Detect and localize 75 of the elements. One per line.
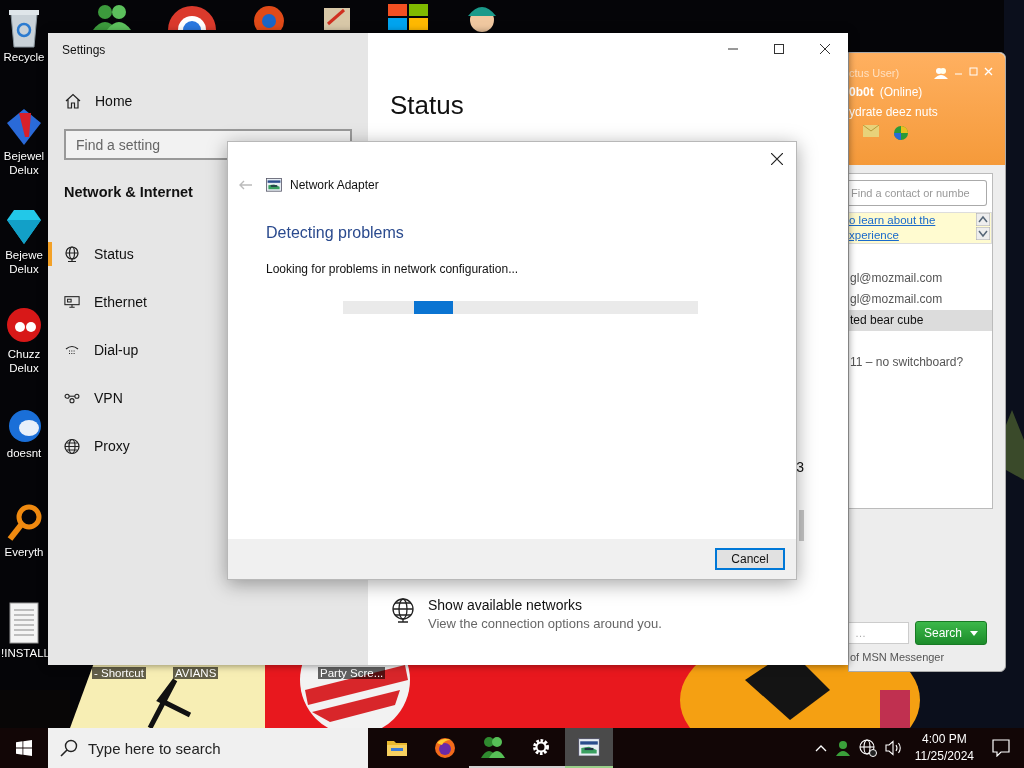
dialog-title: Network Adapter (290, 178, 379, 192)
status-text: ctus User) (849, 67, 900, 79)
icon-label[interactable]: Bejewe Delux (1, 248, 47, 276)
status-text: 3 (796, 459, 804, 475)
home-icon[interactable] (65, 93, 81, 109)
caret-icon[interactable] (970, 630, 979, 636)
fuzzball-icon (5, 305, 43, 345)
scrollbar-thumb[interactable] (799, 510, 804, 541)
nav-item[interactable]: Dial-up (94, 342, 139, 358)
network-adapter-icon (578, 737, 600, 757)
ball-icon[interactable] (893, 125, 909, 141)
speaker-icon[interactable] (884, 740, 903, 756)
people-icon (481, 736, 505, 758)
caret-up-icon[interactable] (814, 744, 827, 752)
icon-label[interactable]: AVIANS (173, 667, 219, 679)
dialog-heading: Detecting problems (266, 224, 405, 242)
contact-item[interactable]: ted bear cube (849, 310, 992, 331)
maximize-icon[interactable] (774, 44, 784, 54)
nav-item[interactable]: Proxy (94, 438, 130, 454)
nav-item[interactable]: VPN (94, 390, 123, 406)
network-icon[interactable] (390, 597, 416, 623)
phone-icon (64, 344, 80, 356)
vpn-icon (64, 392, 80, 404)
cancel-button[interactable]: Cancel (715, 548, 785, 570)
network-adapter-icon (266, 178, 282, 192)
footer-text: of MSN Messenger (849, 651, 946, 665)
globe-icon (64, 437, 80, 455)
home-link[interactable]: Home (95, 93, 133, 109)
monitor-icon (64, 295, 80, 309)
learn-more-link[interactable]: o learn about the (849, 213, 976, 228)
contact-item[interactable]: 11 – no switchboard? (849, 352, 992, 373)
web-search-field[interactable]: … (849, 622, 909, 644)
contact-item[interactable]: gl@mozmail.com (849, 289, 992, 310)
icon-label[interactable]: Bejewel Delux (1, 149, 47, 177)
learn-more-link[interactable]: xperience (849, 228, 976, 243)
network-icon[interactable] (858, 739, 877, 757)
clock-time[interactable]: 4:00 PM (922, 731, 967, 748)
taskbar-app[interactable] (565, 728, 613, 768)
option-title[interactable]: Show available networks (428, 597, 662, 613)
nav-item[interactable]: Status (94, 246, 134, 262)
globe-icon (64, 246, 80, 262)
start-icon[interactable] (16, 740, 32, 756)
window-title: Settings (61, 42, 107, 59)
section-heading: Network & Internet (64, 184, 193, 200)
icon-label[interactable]: Party Scre... (318, 667, 386, 679)
browser-icon (434, 737, 456, 759)
taskbar-search-field[interactable]: Type here to search (48, 728, 368, 768)
icon-label[interactable]: - Shortcut (92, 667, 146, 679)
page-heading: Status (390, 90, 464, 121)
close-icon[interactable] (820, 44, 830, 54)
recycle-bin-icon (6, 8, 42, 48)
option-description: View the connection options around you. (428, 616, 662, 631)
notification-icon[interactable] (992, 739, 1010, 757)
nav-item[interactable]: Ethernet (94, 294, 147, 310)
icon-label[interactable]: Everyth (1, 545, 47, 559)
gem-icon (5, 107, 43, 147)
contact-item[interactable]: gl@mozmail.com (849, 268, 992, 289)
icon-label[interactable]: doesnt (1, 446, 47, 460)
folder-icon (386, 739, 408, 757)
magnifier-icon (5, 503, 43, 543)
settings-icon (531, 737, 551, 757)
scroll-down-icon[interactable] (976, 227, 990, 240)
people-icon (92, 4, 132, 30)
person-icon[interactable] (834, 740, 851, 756)
status-message: Looking for problems in network configuration... (266, 262, 520, 276)
icon-label[interactable]: Chuzz Delux (1, 347, 47, 375)
icon-label[interactable]: Recycle (1, 50, 47, 64)
close-icon[interactable] (771, 153, 783, 165)
scroll-up-icon[interactable] (976, 213, 990, 226)
contact-search-field[interactable]: Find a contact or numbe (849, 180, 987, 206)
document-icon (9, 602, 39, 644)
clock-date[interactable]: 11/25/2024 (914, 748, 974, 765)
search-icon (60, 739, 78, 757)
browser-icon (168, 4, 216, 30)
tiles-icon (388, 4, 428, 30)
